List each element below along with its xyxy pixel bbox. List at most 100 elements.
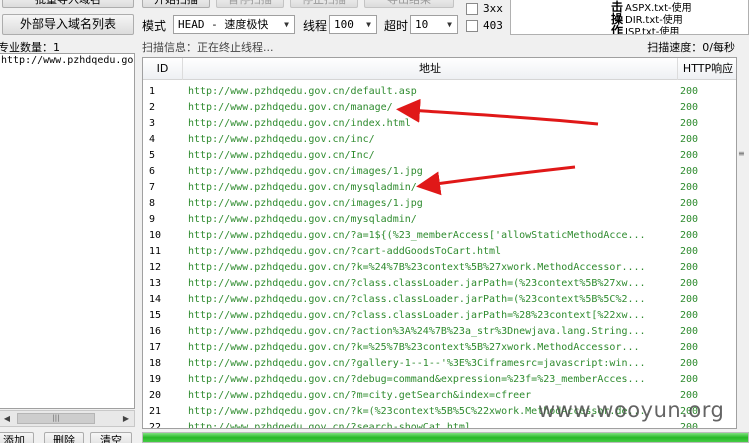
cell-id: 2 — [149, 102, 156, 113]
progress-fill — [143, 433, 748, 442]
import-domain-list-button[interactable]: 外部导入域名列表 — [2, 14, 134, 35]
delete-button[interactable]: 删除 — [44, 432, 84, 443]
cell-url: http://www.pzhdqedu.gov.cn/mysqladmin/ — [188, 182, 417, 193]
table-row[interactable]: 12 http://www.pzhdqedu.gov.cn/?k=%24%7B%2… — [143, 260, 736, 276]
cell-code: 200 — [679, 246, 699, 257]
table-row[interactable]: 6 http://www.pzhdqedu.gov.cn/images/1.jpg… — [143, 164, 736, 180]
results-table[interactable]: ID 地址 HTTP响应 1 http://www.pzhdqedu.gov.cn… — [142, 57, 737, 429]
watermark: www.wooyun.org — [538, 398, 725, 422]
table-row[interactable]: 18 http://www.pzhdqedu.gov.cn/?gallery-1-… — [143, 356, 736, 372]
timeout-select[interactable]: 10 ▼ — [410, 15, 458, 34]
table-row[interactable]: 14 http://www.pzhdqedu.gov.cn/?class.clas… — [143, 292, 736, 308]
cell-url: http://www.pzhdqedu.gov.cn/?class.classL… — [188, 310, 646, 321]
cell-url: http://www.pzhdqedu.gov.cn/?k=%24%7B%23c… — [188, 262, 646, 273]
add-button[interactable]: 添加 — [0, 432, 34, 443]
timeout-value: 10 — [415, 18, 429, 31]
dictionary-list[interactable]: 击 ASPX.txt-使用 操 DIR.txt-使用 作 JSP.txt-使用 — [510, 0, 749, 35]
cell-id: 5 — [149, 150, 156, 161]
cell-code: 200 — [679, 102, 699, 113]
cell-url: http://www.pzhdqedu.gov.cn/default.asp — [188, 86, 417, 97]
table-row[interactable]: 10 http://www.pzhdqedu.gov.cn/?a=1${(%23_… — [143, 228, 736, 244]
cell-id: 21 — [149, 406, 162, 417]
table-row[interactable]: 5 http://www.pzhdqedu.gov.cn/Inc/200 — [143, 148, 736, 164]
cell-code: 200 — [679, 262, 699, 273]
table-row[interactable]: 4 http://www.pzhdqedu.gov.cn/inc/200 — [143, 132, 736, 148]
check-3xx-checkbox[interactable] — [466, 3, 478, 15]
cell-id: 9 — [149, 214, 156, 225]
table-row[interactable]: 8 http://www.pzhdqedu.gov.cn/images/1.jpg… — [143, 196, 736, 212]
cell-url: http://www.pzhdqedu.gov.cn/?class.classL… — [188, 294, 646, 305]
table-row[interactable]: 3 http://www.pzhdqedu.gov.cn/index.html 20… — [143, 116, 736, 132]
chevron-down-icon[interactable]: ▼ — [442, 16, 457, 33]
dict-label: JSP.txt-使用 — [625, 27, 680, 35]
scroll-grip-icon[interactable]: ≡ — [738, 149, 745, 158]
table-row[interactable]: 17 http://www.pzhdqedu.gov.cn/?k=%25%7B%2… — [143, 340, 736, 356]
chevron-down-icon[interactable]: ▼ — [361, 16, 376, 33]
cell-code: 200 — [679, 326, 699, 337]
scroll-right-icon[interactable]: ▶ — [118, 411, 134, 426]
table-row[interactable]: 13 http://www.pzhdqedu.gov.cn/?class.clas… — [143, 276, 736, 292]
scroll-left-icon[interactable]: ◀ — [0, 411, 15, 426]
scroll-thumb[interactable]: ||| — [17, 413, 95, 424]
column-header-id[interactable]: ID — [143, 58, 183, 80]
cell-url: http://www.pzhdqedu.gov.cn/images/1.jpg — [188, 166, 423, 177]
cell-id: 1 — [149, 86, 156, 97]
table-row[interactable]: 9 http://www.pzhdqedu.gov.cn/mysqladmin/2… — [143, 212, 736, 228]
export-results-button[interactable]: 导出结果 — [364, 0, 454, 8]
cell-id: 20 — [149, 390, 162, 401]
cell-code: 200 — [679, 118, 699, 129]
results-vscrollbar[interactable]: ≡ — [737, 57, 749, 429]
cell-id: 15 — [149, 310, 162, 321]
cell-url: http://www.pzhdqedu.gov.cn/manage/ — [188, 102, 393, 113]
cell-id: 16 — [149, 326, 162, 337]
cell-code: 200 — [679, 150, 699, 161]
check-403-label: 403 — [483, 19, 503, 32]
cell-url: http://www.pzhdqedu.gov.cn/?class.classL… — [188, 278, 646, 289]
cell-url: http://www.pzhdqedu.gov.cn/?a=1${(%23_me… — [188, 230, 646, 241]
cell-id: 22 — [149, 422, 162, 429]
cell-code: 200 — [679, 342, 699, 353]
cell-url: http://www.pzhdqedu.gov.cn/?debug=comman… — [188, 374, 646, 385]
cell-url: http://www.pzhdqedu.gov.cn/Inc/ — [188, 150, 375, 161]
list-item[interactable]: 作 JSP.txt-使用 — [611, 24, 680, 35]
table-row[interactable]: 16 http://www.pzhdqedu.gov.cn/?action%3A%… — [143, 324, 736, 340]
cell-id: 19 — [149, 374, 162, 385]
list-item[interactable]: http://www.pzhdqedu.gov — [0, 54, 134, 68]
domain-list-hscrollbar[interactable]: ◀ ||| ▶ — [0, 410, 135, 427]
clear-button[interactable]: 清空 — [90, 432, 132, 443]
check-3xx-label: 3xx — [483, 2, 503, 15]
cell-id: 3 — [149, 118, 156, 129]
column-header-url[interactable]: 地址 — [183, 58, 678, 80]
table-row[interactable]: 7 http://www.pzhdqedu.gov.cn/mysqladmin/2… — [143, 180, 736, 196]
table-row[interactable]: 19 http://www.pzhdqedu.gov.cn/?debug=comm… — [143, 372, 736, 388]
cell-id: 17 — [149, 342, 162, 353]
mode-select[interactable]: HEAD - 速度极快 ▼ — [173, 15, 295, 34]
cell-code: 200 — [679, 214, 699, 225]
chevron-down-icon[interactable]: ▼ — [279, 16, 294, 33]
cell-code: 200 — [679, 134, 699, 145]
cell-code: 200 — [679, 278, 699, 289]
mode-label: 模式 — [142, 19, 167, 33]
cell-url: http://www.pzhdqedu.gov.cn/inc/ — [188, 134, 375, 145]
mode-value: HEAD - 速度极快 — [178, 18, 269, 31]
check-403-checkbox[interactable] — [466, 20, 478, 32]
start-scan-button[interactable]: 开始扫描 — [142, 0, 210, 8]
scan-info: 扫描信息：正在终止线程... — [142, 41, 274, 54]
domain-list[interactable]: http://www.pzhdqedu.gov — [0, 53, 135, 409]
table-row[interactable]: 11 http://www.pzhdqedu.gov.cn/?cart-addGo… — [143, 244, 736, 260]
column-header-http[interactable]: HTTP响应 — [678, 58, 736, 80]
dict-prefix: 作 — [611, 24, 624, 35]
table-row[interactable]: 1 http://www.pzhdqedu.gov.cn/default.asp 2… — [143, 84, 736, 100]
table-row[interactable]: 2 http://www.pzhdqedu.gov.cn/manage/200 — [143, 100, 736, 116]
cell-url: http://www.pzhdqedu.gov.cn/?k=%25%7B%23c… — [188, 342, 640, 353]
cell-id: 18 — [149, 358, 162, 369]
pause-scan-button[interactable]: 暂停扫描 — [216, 0, 284, 8]
cell-id: 10 — [149, 230, 162, 241]
cell-id: 11 — [149, 246, 162, 257]
batch-import-button[interactable]: 批量导入域名 — [2, 0, 134, 8]
cell-id: 4 — [149, 134, 156, 145]
stop-scan-button[interactable]: 停止扫描 — [290, 0, 358, 8]
threads-select[interactable]: 100 ▼ — [329, 15, 377, 34]
table-row[interactable]: 15 http://www.pzhdqedu.gov.cn/?class.clas… — [143, 308, 736, 324]
cell-code: 200 — [679, 294, 699, 305]
